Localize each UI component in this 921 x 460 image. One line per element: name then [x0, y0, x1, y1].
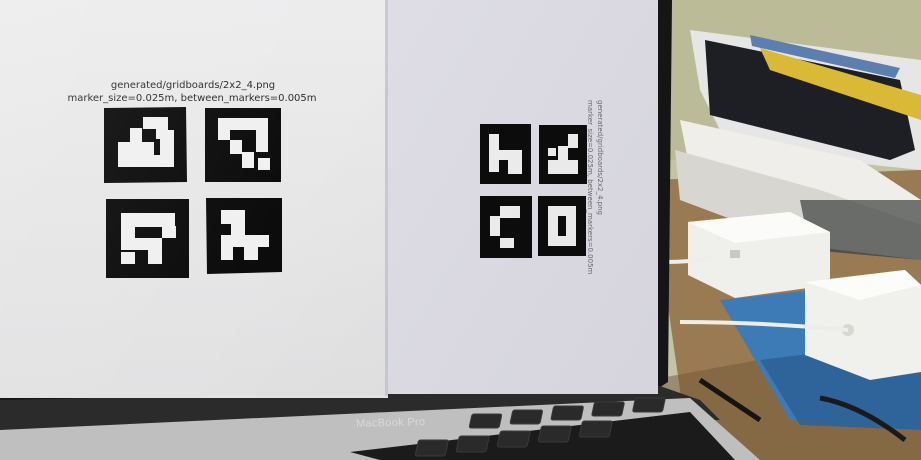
photo-scene: generated/gridboards/2x2_4.png marker_si… [0, 0, 921, 460]
right-aruco-board [480, 124, 587, 258]
laptop-brand-label: MacBook Pro [355, 416, 426, 430]
aruco-marker-right-top-left [480, 124, 531, 184]
aruco-marker-right-bottom-left [480, 196, 532, 258]
right-board-caption-line1: generated/gridboards/2x2_4.png [596, 100, 604, 215]
aruco-marker-right-top-right [539, 125, 587, 184]
aruco-marker-right-bottom-right [538, 196, 586, 256]
right-board-caption-line2: marker_size=0.025m, between_markers=0.00… [586, 100, 594, 275]
